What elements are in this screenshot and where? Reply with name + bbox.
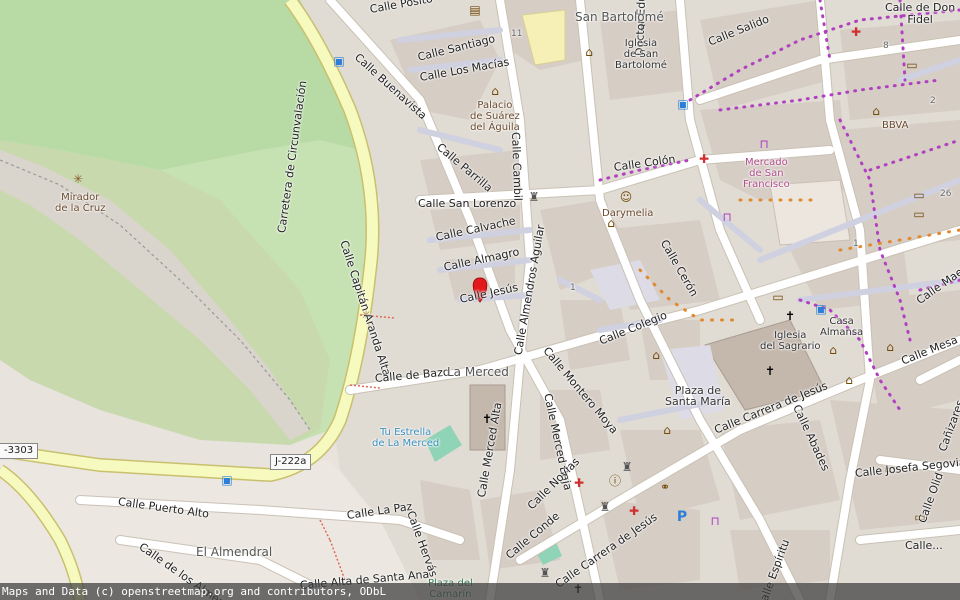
cross-icon[interactable]: ✝ <box>763 364 777 378</box>
map-attribution: Maps and Data (c) openstreetmap.org and … <box>0 583 960 600</box>
road-ref-shield: -3303 <box>0 443 39 459</box>
street-label: Calle... <box>905 539 943 552</box>
place-label: Palacio de Suárez del Águila <box>470 100 520 133</box>
place-label: Mercado de San Francisco <box>743 157 790 190</box>
pharmacy-icon[interactable]: ✚ <box>627 504 641 518</box>
road-ref-shield: J-222a <box>270 454 312 470</box>
shop-icon[interactable]: ⊓ <box>720 210 734 224</box>
viewpoint-icon[interactable]: ✳ <box>71 172 85 186</box>
cross-icon[interactable]: ✝ <box>783 309 797 323</box>
monument-icon[interactable]: ⌂ <box>660 423 674 437</box>
map-canvas[interactable]: ✝ ✝ ✝ ✝ ✝ ✚ ✚ ✚ ✚ ▣ ▣ ▣ ▣ P ✳ ✳ ⌂ ⌂ ⌂ ⌂ … <box>0 0 960 600</box>
bus-stop-icon[interactable]: ▣ <box>676 97 690 111</box>
pharmacy-icon[interactable]: ✚ <box>697 152 711 166</box>
pharmacy-icon[interactable]: ✚ <box>849 25 863 39</box>
house-number: 26 <box>940 189 952 199</box>
library-icon[interactable]: ▤ <box>468 3 482 17</box>
parking-icon[interactable]: P <box>675 510 689 524</box>
tower-icon[interactable]: ♜ <box>620 460 634 474</box>
place-label: Iglesia del Sagrario <box>760 330 821 352</box>
info-icon[interactable]: ⓘ <box>608 474 622 488</box>
museum-icon[interactable]: ⌂ <box>842 373 856 387</box>
bank-icon[interactable]: ▭ <box>912 207 926 221</box>
bank-icon[interactable]: ▭ <box>905 58 919 72</box>
bus-stop-icon[interactable]: ▣ <box>814 302 828 316</box>
house-number: 11 <box>511 29 523 39</box>
place-label: Darymelia <box>602 208 654 219</box>
museum-icon[interactable]: ⌂ <box>488 84 502 98</box>
tower-icon[interactable]: ♜ <box>538 566 552 580</box>
bank-icon[interactable]: ▭ <box>771 290 785 304</box>
museum-icon[interactable]: ⌂ <box>883 340 897 354</box>
house-number: 2 <box>930 96 936 106</box>
marketplace-icon[interactable]: ⊓ <box>757 137 771 151</box>
museum-icon[interactable]: ⌂ <box>826 343 840 357</box>
house-number: 1 <box>853 239 859 249</box>
place-label: Iglesia de San Bartolomé <box>615 38 667 71</box>
street-label: Calle Cambil <box>509 131 525 202</box>
place-label: Mirador de la Cruz <box>55 192 106 214</box>
bus-stop-icon[interactable]: ▣ <box>220 473 234 487</box>
museum-icon[interactable]: ⌂ <box>582 45 596 59</box>
house-number: 8 <box>883 41 889 51</box>
place-label: BBVA <box>882 120 909 131</box>
museum-icon[interactable]: ⌂ <box>649 348 663 362</box>
street-label: Calle San Lorenzo <box>418 197 517 210</box>
place-label: Casa Almansa <box>820 316 864 338</box>
theatre-icon[interactable]: ☺ <box>619 190 633 204</box>
tower-icon[interactable]: ♜ <box>527 190 541 204</box>
place-label: La Merced <box>447 365 509 379</box>
bank-icon[interactable]: ▭ <box>912 188 926 202</box>
place-label: Tu Estrella de La Merced <box>372 427 440 449</box>
place-label: San Bartolomé <box>575 10 664 24</box>
bank-icon[interactable]: ⌂ <box>869 104 883 118</box>
place-label: Plaza de Santa María <box>665 384 731 408</box>
street-label: Calle de Don Fidel <box>885 1 956 26</box>
place-label: El Almendral <box>196 545 273 559</box>
museum-icon[interactable]: ⚭ <box>658 480 672 494</box>
house-number: 1 <box>570 283 576 293</box>
tower-icon[interactable]: ♜ <box>598 500 612 514</box>
shop-icon[interactable]: ⊓ <box>708 514 722 528</box>
bus-stop-icon[interactable]: ▣ <box>332 54 346 68</box>
